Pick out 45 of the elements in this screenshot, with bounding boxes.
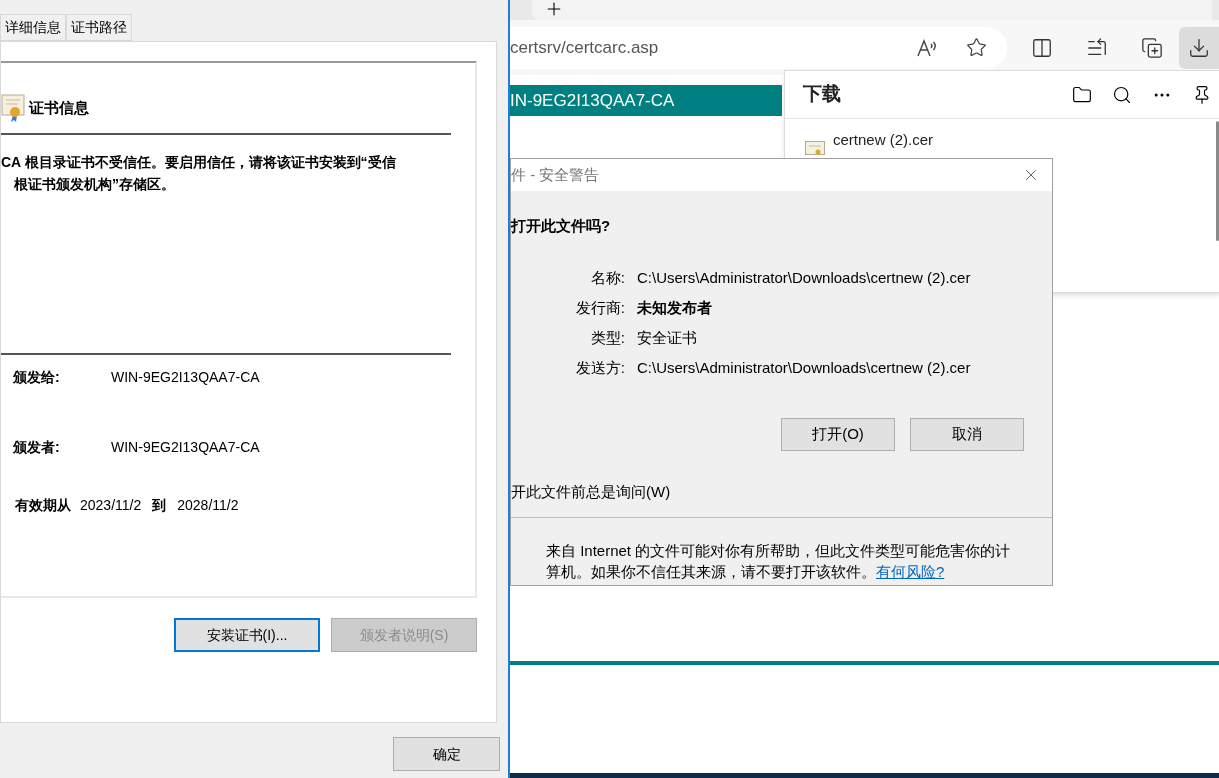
field-label: 类型: [589, 328, 625, 349]
search-icon[interactable] [1112, 84, 1132, 105]
valid-to-date: 2028/11/2 [177, 496, 239, 515]
address-text: certsrv/certcarc.asp [510, 36, 660, 59]
field-value: C:\Users\Administrator\Downloads\certnew (2).cer [637, 268, 971, 289]
valid-from-date: 2023/11/2 [80, 496, 142, 515]
field-label: 发行商: [574, 298, 625, 319]
favorite-star-icon[interactable] [966, 37, 988, 58]
validity-to-label: 到 [152, 496, 167, 515]
trust-warning-line: 根证书颁发机构”存储区。 [13, 175, 176, 194]
cancel-button[interactable]: 取消 [910, 417, 1024, 451]
certificate-file-icon [805, 141, 825, 155]
dialog-question: 打开此文件吗? [511, 216, 612, 236]
risk-link[interactable]: 有何风险? [876, 563, 945, 580]
download-file-name[interactable]: certnew (2).cer [833, 131, 934, 149]
page-heading-bar: IN-9EG2I13QAA7-CA [510, 85, 782, 116]
ok-button[interactable]: 确定 [393, 737, 500, 771]
field-label: 颁发给: [12, 368, 61, 387]
address-bar[interactable]: certsrv/certcarc.asp [510, 26, 1008, 69]
field-label: 名称: [589, 268, 625, 289]
field-value: 安全证书 [637, 328, 697, 349]
split-screen-icon[interactable] [1031, 36, 1054, 59]
field-label: 发送方: [574, 358, 625, 379]
certificate-icon [1, 93, 25, 123]
validity-label: 有效期从 [15, 496, 71, 515]
checkbox-label[interactable]: 开此文件前总是询问(W) [511, 480, 1052, 503]
tab[interactable]: 详细信息 [0, 14, 66, 41]
field-value: WIN-9EG2I13QAA7-CA [111, 368, 260, 387]
collections-icon[interactable] [1141, 36, 1164, 59]
downloads-button[interactable] [1179, 26, 1219, 69]
field-value: C:\Users\Administrator\Downloads\certnew (2).cer [637, 358, 971, 379]
install-certificate-button[interactable]: 安装证书(I)... [174, 618, 320, 652]
read-aloud-icon[interactable] [916, 37, 939, 58]
download-icon [1188, 36, 1211, 59]
risk-notice: 来自 Internet 的文件可能对你有所帮助，但此文件类型可能危害你的计算机。如果你不信任其来源，请不要打开该软件。有何风险? [546, 541, 1012, 582]
folder-icon[interactable] [1072, 84, 1092, 105]
field-value: WIN-9EG2I13QAA7-CA [111, 438, 260, 457]
downloads-title: 下载 [803, 82, 842, 107]
tab[interactable]: 证书路径 [66, 14, 132, 41]
trust-warning-line: CA 根目录证书不受信任。要启用信任，请将该证书安装到“受信 [1, 153, 397, 172]
field-value: 未知发布者 [637, 298, 712, 319]
field-label: 颁发者: [12, 438, 61, 457]
open-button[interactable]: 打开(O) [781, 417, 895, 451]
dialog-title: 件 - 安全警告 [511, 164, 601, 185]
certificate-heading: 证书信息 [29, 97, 89, 118]
